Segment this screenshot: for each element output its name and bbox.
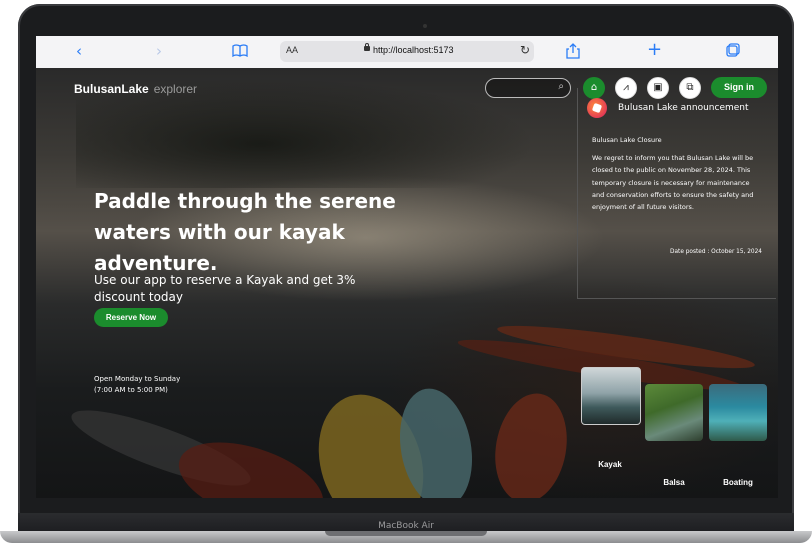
search-input[interactable]: ⌕ xyxy=(485,78,571,98)
announcement-body: We regret to inform you that Bulusan Lak… xyxy=(592,154,754,212)
lock-icon xyxy=(364,43,370,51)
browser-toolbar: ‹ › AA http://localhost:5173 ↻ + xyxy=(36,36,778,69)
activity-card-balsa[interactable] xyxy=(645,384,703,441)
reserve-now-button[interactable]: Reserve Now xyxy=(94,308,168,327)
hours-days: Open Monday to Sunday xyxy=(94,375,181,383)
opening-hours: Open Monday to Sunday (7:00 AM to 5:00 P… xyxy=(94,374,180,396)
laptop-notch xyxy=(325,531,487,536)
text-size-button[interactable]: AA xyxy=(286,45,298,55)
activity-label-kayak: Kayak xyxy=(598,460,622,469)
model-label: MacBook Air xyxy=(378,521,434,531)
address-bar[interactable]: AA http://localhost:5173 ↻ xyxy=(280,41,534,62)
laptop-deck: MacBook Air xyxy=(18,513,794,531)
plus-icon[interactable]: + xyxy=(647,41,662,59)
chevron-right-icon[interactable]: › xyxy=(156,42,162,60)
search-icon: ⌕ xyxy=(558,81,564,92)
hero-title: Paddle through the serene waters with ou… xyxy=(94,189,396,275)
announcement-title: Bulusan Lake Closure xyxy=(592,136,662,144)
reload-icon[interactable]: ↻ xyxy=(520,43,530,57)
announcement-panel: Bulusan Lake announcement Bulusan Lake C… xyxy=(577,88,776,299)
activity-label-boating: Boating xyxy=(723,478,753,487)
megaphone-icon xyxy=(587,98,607,118)
background-kayak xyxy=(486,387,576,498)
book-icon[interactable] xyxy=(232,43,248,61)
activity-card-kayak[interactable] xyxy=(581,367,641,425)
announcement-heading: Bulusan Lake announcement xyxy=(618,103,749,113)
laptop-base: MacBook Air xyxy=(0,513,812,558)
brand-logo[interactable]: BulusanLake explorer xyxy=(74,82,197,96)
activity-label-balsa: Balsa xyxy=(663,478,685,487)
background-kayak xyxy=(168,426,334,498)
activity-card-boating[interactable] xyxy=(709,384,767,441)
announcement-date: Date posted : October 15, 2024 xyxy=(670,249,762,255)
camera xyxy=(423,24,427,28)
share-icon[interactable] xyxy=(566,43,580,63)
hero-subtitle: Use our app to reserve a Kayak and get 3… xyxy=(94,273,356,304)
brand-sub: explorer xyxy=(153,82,198,96)
url-text: http://localhost:5173 xyxy=(373,45,454,55)
tabs-icon[interactable] xyxy=(726,43,740,61)
hours-times: (7:00 AM to 5:00 PM) xyxy=(94,386,168,394)
screen: ‹ › AA http://localhost:5173 ↻ + Bulusan… xyxy=(36,36,778,498)
chevron-left-icon[interactable]: ‹ xyxy=(76,42,82,60)
brand-name: BulusanLake xyxy=(74,82,149,96)
